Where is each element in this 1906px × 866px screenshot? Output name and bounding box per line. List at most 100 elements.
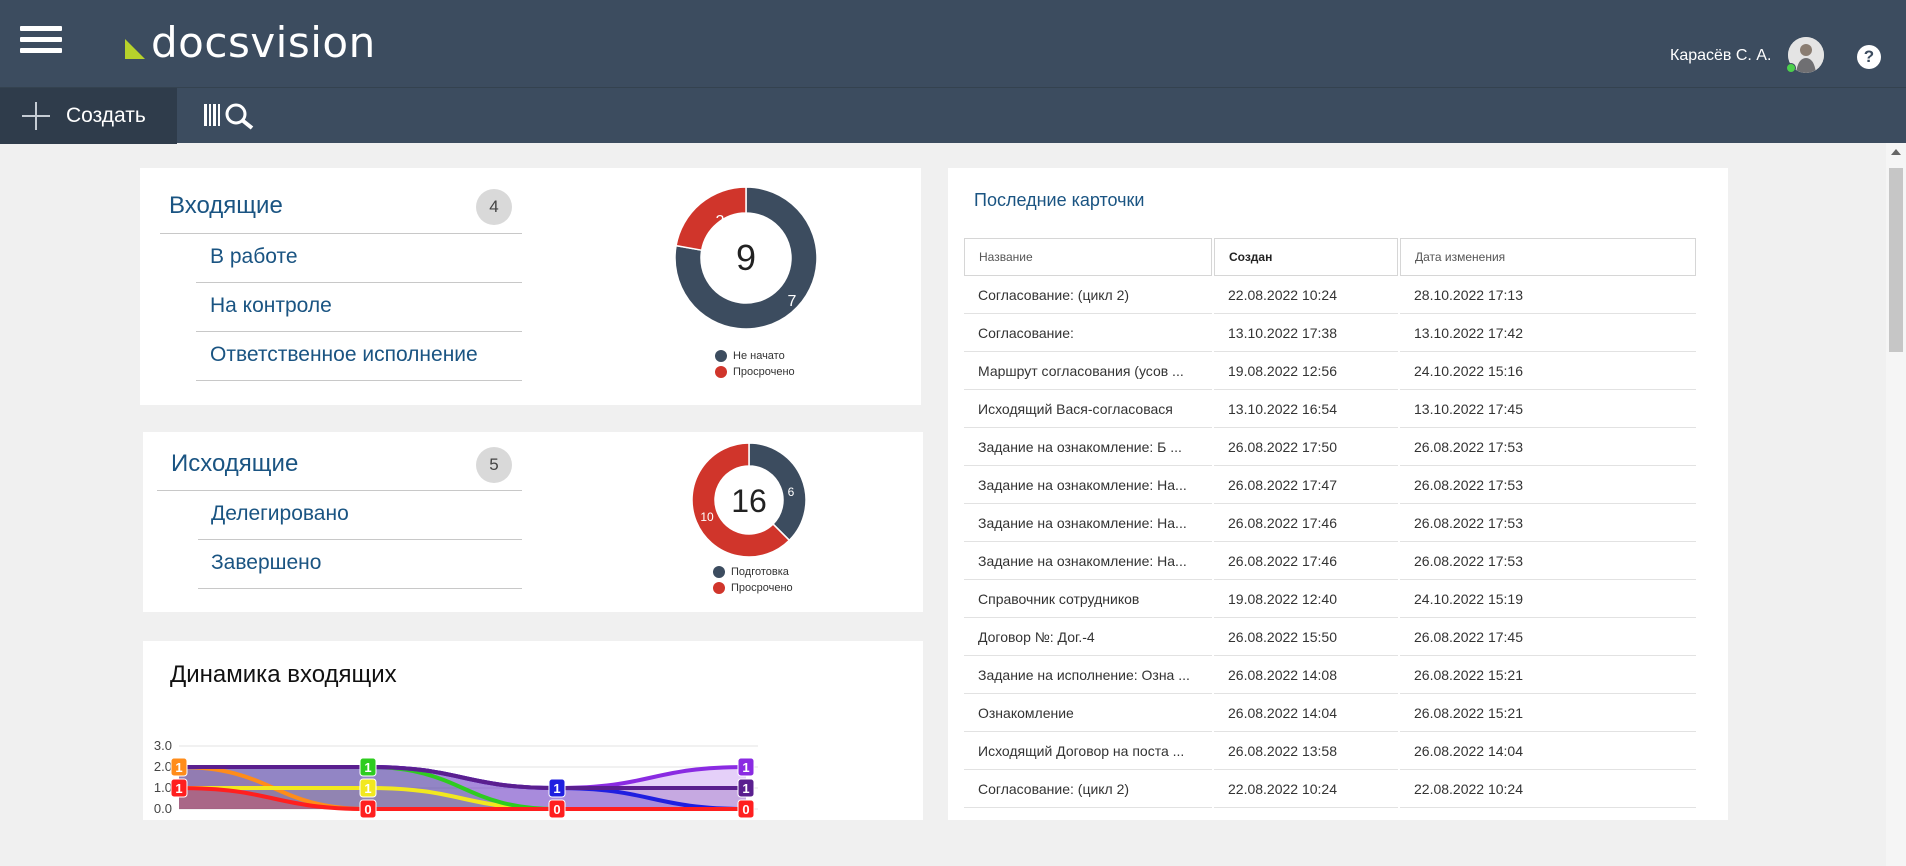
outgoing-count-badge: 5: [476, 447, 512, 483]
dynamics-title: Динамика входящих: [170, 661, 397, 688]
cell-modified: 26.08.2022 17:53: [1400, 428, 1696, 466]
divider: [198, 588, 522, 589]
cell-created: 13.10.2022 16:54: [1214, 390, 1398, 428]
incoming-donut-chart[interactable]: 9 7 2: [674, 186, 818, 330]
dynamics-chart[interactable]: 3.0 2.0 1.0 0.0 1 1 1 1 0 1 0 1 1 0: [143, 721, 923, 820]
cell-created: 26.08.2022 15:50: [1214, 618, 1398, 656]
table-row[interactable]: Задание на исполнение: Озна ... 26.08.202…: [964, 656, 1696, 694]
table-row[interactable]: Задание на ознакомление: На... 26.08.2022…: [964, 504, 1696, 542]
cell-created: 26.08.2022 17:47: [1214, 466, 1398, 504]
divider: [157, 490, 522, 491]
data-point-label: 0: [364, 802, 371, 817]
cell-created: 22.08.2022 10:24: [1214, 276, 1398, 314]
table-row[interactable]: Ознакомление 26.08.2022 14:04 26.08.2022 1…: [964, 694, 1696, 732]
incoming-item-on-control[interactable]: На контроле: [210, 294, 332, 318]
cell-name: Согласование:: [964, 314, 1212, 352]
cell-modified: 13.10.2022 17:42: [1400, 314, 1696, 352]
table-row[interactable]: Согласование: (цикл 2) 22.08.2022 10:24 22…: [964, 770, 1696, 808]
divider: [196, 380, 522, 381]
divider: [198, 539, 522, 540]
data-point-label: 1: [364, 781, 371, 796]
recent-cards-table: Название Создан Дата изменения Согласова…: [962, 238, 1698, 808]
cell-created: 26.08.2022 17:46: [1214, 504, 1398, 542]
incoming-item-responsible[interactable]: Ответственное исполнение: [210, 343, 478, 367]
logo-text: docsvision: [151, 17, 376, 67]
top-bar: docsvision Карасёв С. А. ?: [0, 0, 1906, 87]
incoming-item-in-work[interactable]: В работе: [210, 245, 298, 269]
data-point-label: 1: [742, 760, 749, 775]
cell-name: Согласование: (цикл 2): [964, 276, 1212, 314]
plus-icon: [20, 100, 52, 132]
y-tick-label: 3.0: [154, 738, 172, 753]
cell-modified: 26.08.2022 17:53: [1400, 466, 1696, 504]
outgoing-item-completed[interactable]: Завершено: [211, 551, 321, 575]
user-name[interactable]: Карасёв С. А.: [1670, 47, 1771, 65]
recent-cards-title[interactable]: Последние карточки: [974, 190, 1144, 211]
scrollbar-thumb[interactable]: [1889, 168, 1903, 352]
outgoing-donut-label-preparation: 6: [788, 485, 795, 499]
divider: [196, 282, 522, 283]
table-header-row: Название Создан Дата изменения: [964, 238, 1696, 276]
table-row[interactable]: Задание на ознакомление: На... 26.08.2022…: [964, 466, 1696, 504]
y-tick-label: 1.0: [154, 780, 172, 795]
outgoing-item-delegated[interactable]: Делегировано: [211, 502, 349, 526]
table-row[interactable]: Задание на ознакомление: На... 26.08.2022…: [964, 542, 1696, 580]
outgoing-donut-total: 16: [731, 483, 767, 519]
column-header-name[interactable]: Название: [964, 238, 1212, 276]
cell-modified: 26.08.2022 17:53: [1400, 504, 1696, 542]
toolbar: Создать: [0, 87, 1906, 144]
cell-created: 22.08.2022 10:24: [1214, 770, 1398, 808]
data-point-label: 1: [742, 781, 749, 796]
divider: [160, 233, 522, 234]
cell-created: 26.08.2022 17:46: [1214, 542, 1398, 580]
cell-modified: 26.08.2022 17:45: [1400, 618, 1696, 656]
column-header-created[interactable]: Создан: [1214, 238, 1398, 276]
cell-modified: 26.08.2022 17:53: [1400, 542, 1696, 580]
data-point-label: 1: [175, 760, 182, 775]
table-row[interactable]: Договор №: Дог.-4 26.08.2022 15:50 26.08.2…: [964, 618, 1696, 656]
cell-name: Договор №: Дог.-4: [964, 618, 1212, 656]
logo[interactable]: docsvision: [123, 17, 376, 67]
create-button[interactable]: Создать: [0, 88, 177, 144]
table-row[interactable]: Исходящий Договор на поста ... 26.08.2022…: [964, 732, 1696, 770]
outgoing-legend: Подготовка Просрочено: [713, 564, 793, 596]
cell-name: Исходящий Вася-согласовася: [964, 390, 1212, 428]
cell-modified: 13.10.2022 17:45: [1400, 390, 1696, 428]
column-header-modified[interactable]: Дата изменения: [1400, 238, 1696, 276]
outgoing-donut-chart[interactable]: 16 6 10: [691, 442, 807, 558]
cell-name: Задание на ознакомление: На...: [964, 542, 1212, 580]
cell-created: 26.08.2022 14:08: [1214, 656, 1398, 694]
hamburger-menu-icon[interactable]: [20, 26, 62, 54]
data-point-label: 0: [742, 802, 749, 817]
cell-name: Маршрут согласования (усов ...: [964, 352, 1212, 390]
table-row[interactable]: Исходящий Вася-согласовася 13.10.2022 16:…: [964, 390, 1696, 428]
cell-modified: 26.08.2022 15:21: [1400, 656, 1696, 694]
cell-modified: 24.10.2022 15:16: [1400, 352, 1696, 390]
cell-name: Согласование: (цикл 2): [964, 770, 1212, 808]
table-row[interactable]: Согласование: (цикл 2) 22.08.2022 10:24 28…: [964, 276, 1696, 314]
dynamics-panel: Динамика входящих 3.0 2.0 1.0 0.0 1 1 1 1 0 1 0 1 1…: [143, 641, 923, 820]
cell-modified: 22.08.2022 10:24: [1400, 770, 1696, 808]
help-icon[interactable]: ?: [1857, 45, 1881, 69]
outgoing-title[interactable]: Исходящие: [171, 450, 298, 478]
y-tick-label: 0.0: [154, 801, 172, 816]
logo-triangle-icon: [125, 39, 145, 59]
barcode-search-icon: [204, 103, 254, 130]
outgoing-panel: Исходящие 5 Делегировано Завершено 16 6 …: [143, 432, 923, 612]
barcode-search-button[interactable]: [202, 96, 262, 136]
incoming-title[interactable]: Входящие: [169, 192, 283, 220]
divider: [196, 331, 522, 332]
data-point-label: 1: [175, 781, 182, 796]
table-row[interactable]: Согласование: 13.10.2022 17:38 13.10.2022 …: [964, 314, 1696, 352]
table-row[interactable]: Задание на ознакомление: Б ... 26.08.2022…: [964, 428, 1696, 466]
incoming-panel: Входящие 4 В работе На контроле Ответств…: [140, 168, 921, 405]
cell-created: 26.08.2022 17:50: [1214, 428, 1398, 466]
table-row[interactable]: Справочник сотрудников 19.08.2022 12:40 24…: [964, 580, 1696, 618]
cell-created: 26.08.2022 13:58: [1214, 732, 1398, 770]
cell-modified: 24.10.2022 15:19: [1400, 580, 1696, 618]
scroll-up-arrow-icon[interactable]: [1891, 149, 1901, 155]
data-point-label: 1: [553, 781, 560, 796]
incoming-count-badge: 4: [476, 189, 512, 225]
incoming-legend: Не начато Просрочено: [715, 348, 795, 380]
table-row[interactable]: Маршрут согласования (усов ... 19.08.2022…: [964, 352, 1696, 390]
